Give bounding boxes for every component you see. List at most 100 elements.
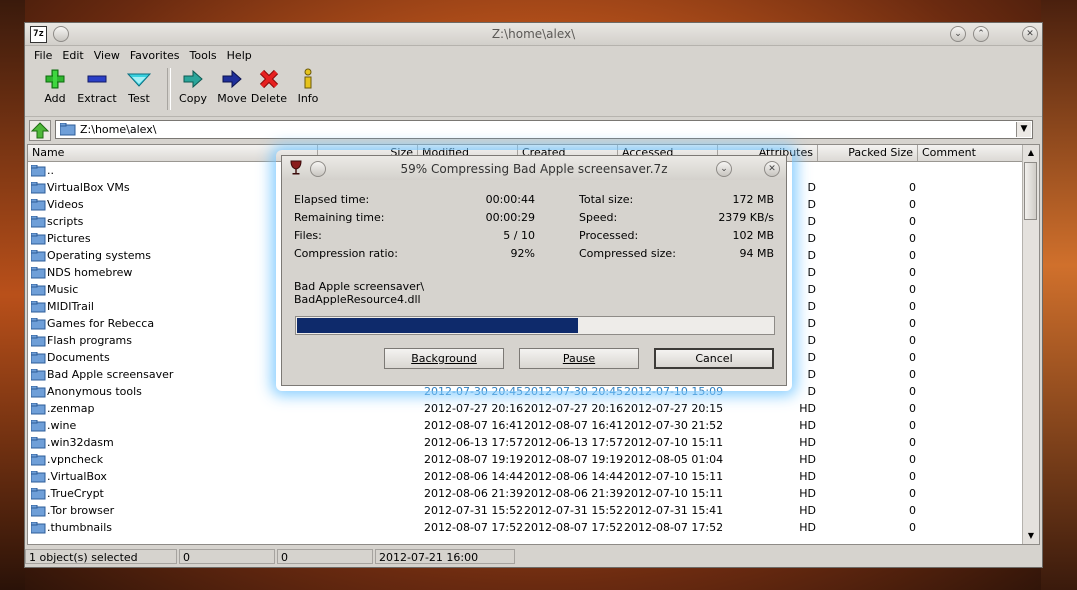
processed-row: Processed: 102 MB (579, 228, 774, 243)
item-accessed: 2012-07-27 20:15 (624, 402, 724, 415)
item-modified: 2012-06-13 17:57 (424, 436, 524, 449)
item-packed-size: 0 (909, 300, 916, 313)
remaining-time-label: Remaining time: (294, 211, 385, 224)
add-button[interactable]: Add (33, 66, 77, 112)
maximize-button[interactable]: ⌃ (973, 26, 989, 42)
item-packed-size: 0 (909, 368, 916, 381)
item-name: Bad Apple screensaver (47, 368, 174, 381)
item-packed-size: 0 (909, 419, 916, 432)
item-created: 2012-07-31 15:52 (524, 504, 624, 517)
scroll-down-button[interactable]: ▼ (1024, 529, 1038, 543)
item-name: .TrueCrypt (47, 487, 104, 500)
extract-button[interactable]: Extract (75, 66, 119, 112)
dialog-minimize-button[interactable]: ⌄ (716, 161, 732, 177)
title-bar[interactable]: 7z Z:\home\alex\ ⌄ ⌃ ✕ (25, 23, 1042, 46)
list-item[interactable]: .wine 2012-08-07 16:41 2012-08-07 16:41 201… (28, 417, 1023, 434)
status-size: 0 (179, 549, 275, 564)
list-item[interactable]: .zenmap 2012-07-27 20:16 2012-07-27 20:16 2… (28, 400, 1023, 417)
scroll-thumb[interactable] (1024, 162, 1037, 220)
cancel-button-label: Cancel (695, 352, 733, 365)
up-folder-button[interactable] (29, 120, 51, 141)
item-modified: 2012-08-06 21:39 (424, 487, 524, 500)
teal-arrow-right-icon (171, 66, 215, 92)
compression-ratio-row: Compression ratio: 92% (294, 246, 535, 261)
copy-button[interactable]: Copy (171, 66, 215, 112)
menu-favorites[interactable]: Favorites (125, 49, 185, 62)
scroll-up-button[interactable]: ▲ (1024, 146, 1038, 160)
item-attributes: HD (799, 402, 816, 415)
item-name: Games for Rebecca (47, 317, 155, 330)
list-item[interactable]: .TrueCrypt 2012-08-06 21:39 2012-08-06 21:… (28, 485, 1023, 502)
vertical-scrollbar[interactable]: ▲ ▼ (1022, 145, 1039, 544)
status-date: 2012-07-21 16:00 (375, 549, 515, 564)
total-size-value: 172 MB (732, 193, 774, 206)
column-packed-size[interactable]: Packed Size (818, 145, 918, 161)
list-item[interactable]: .win32dasm 2012-06-13 17:57 2012-06-13 17:… (28, 434, 1023, 451)
column-name[interactable]: Name (28, 145, 318, 161)
background-button-label: Background (411, 352, 477, 365)
speed-value: 2379 KB/s (718, 211, 774, 224)
minimize-button[interactable]: ⌄ (950, 26, 966, 42)
files-value: 5 / 10 (503, 229, 535, 242)
compression-ratio-value: 92% (510, 247, 535, 260)
background-button[interactable]: Background (384, 348, 504, 369)
item-packed-size: 0 (909, 402, 916, 415)
item-attributes: HD (799, 453, 816, 466)
item-packed-size: 0 (909, 504, 916, 517)
test-button[interactable]: Test (117, 66, 161, 112)
menu-file[interactable]: File (29, 49, 57, 62)
close-button[interactable]: ✕ (1022, 26, 1038, 42)
list-item[interactable]: .thumbnails 2012-08-07 17:52 2012-08-07 17… (28, 519, 1023, 536)
item-name: Music (47, 283, 79, 296)
dialog-title-bar[interactable]: 59% Compressing Bad Apple screensaver.7z… (282, 156, 786, 180)
compression-ratio-label: Compression ratio: (294, 247, 398, 260)
processed-label: Processed: (579, 229, 639, 242)
address-input[interactable]: Z:\home\alex\ ▼ (55, 120, 1033, 139)
dialog-close-button[interactable]: ✕ (764, 161, 780, 177)
desktop-wallpaper-right (1041, 0, 1077, 590)
item-packed-size: 0 (909, 215, 916, 228)
item-packed-size: 0 (909, 317, 916, 330)
toolbar: Add Extract Test Copy Move Delete Info (25, 64, 1042, 117)
item-packed-size: 0 (909, 249, 916, 262)
item-packed-size: 0 (909, 521, 916, 534)
info-button[interactable]: Info (286, 66, 330, 112)
info-icon (286, 66, 330, 92)
item-modified: 2012-08-06 14:44 (424, 470, 524, 483)
files-row: Files: 5 / 10 (294, 228, 535, 243)
cancel-button[interactable]: Cancel (654, 348, 774, 369)
total-size-label: Total size: (579, 193, 634, 206)
item-created: 2012-07-27 20:16 (524, 402, 624, 415)
add-label: Add (44, 92, 66, 105)
column-comment[interactable]: Comment (918, 145, 1023, 161)
remaining-time-value: 00:00:29 (485, 211, 535, 224)
item-modified: 2012-08-07 16:41 (424, 419, 524, 432)
item-name: MIDITrail (47, 300, 94, 313)
window-title: Z:\home\alex\ (491, 27, 576, 41)
info-label: Info (297, 92, 319, 105)
delete-button[interactable]: Delete (247, 66, 291, 112)
menu-edit[interactable]: Edit (57, 49, 88, 62)
item-name: VirtualBox VMs (47, 181, 130, 194)
elapsed-time-value: 00:00:44 (485, 193, 535, 206)
item-packed-size: 0 (909, 334, 916, 347)
blue-minus-icon (75, 66, 119, 92)
list-item[interactable]: .Tor browser 2012-07-31 15:52 2012-07-31 1… (28, 502, 1023, 519)
list-item[interactable]: .vpncheck 2012-08-07 19:19 2012-08-07 19:1… (28, 451, 1023, 468)
item-packed-size: 0 (909, 232, 916, 245)
item-packed-size: 0 (909, 385, 916, 398)
menu-tools[interactable]: Tools (185, 49, 222, 62)
pause-button[interactable]: Pause (519, 348, 639, 369)
compressed-size-label: Compressed size: (579, 247, 676, 260)
current-folder-text: Bad Apple screensaver\ (294, 280, 425, 293)
item-packed-size: 0 (909, 198, 916, 211)
address-dropdown-button[interactable]: ▼ (1016, 122, 1031, 137)
menu-view[interactable]: View (89, 49, 125, 62)
item-name: Documents (47, 351, 110, 364)
menu-help[interactable]: Help (222, 49, 257, 62)
list-item[interactable]: .VirtualBox 2012-08-06 14:44 2012-08-06 14… (28, 468, 1023, 485)
status-packed-size: 0 (277, 549, 373, 564)
folder-icon (59, 122, 76, 139)
files-label: Files: (294, 229, 322, 242)
item-modified: 2012-08-07 17:52 (424, 521, 524, 534)
